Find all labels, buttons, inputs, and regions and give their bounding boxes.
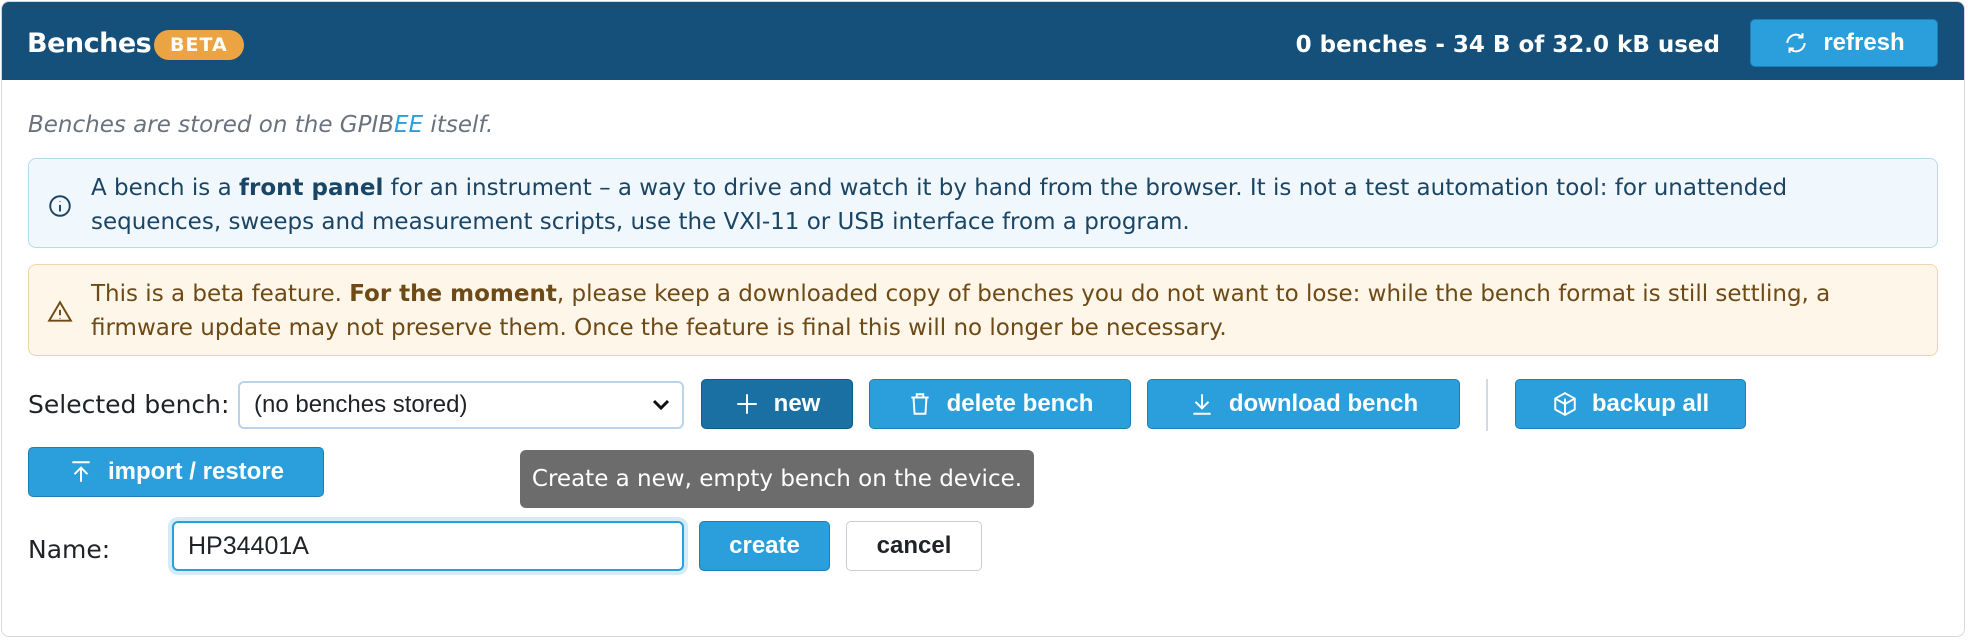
- chevron-down-icon: [652, 399, 670, 411]
- gpibee-accent: EE: [394, 112, 424, 138]
- bench-name-value: HP34401A: [188, 531, 309, 560]
- bench-select-value: (no benches stored): [254, 391, 468, 418]
- page-title: Benches: [27, 28, 152, 59]
- download-icon: [1193, 394, 1211, 415]
- benches-panel: Benches BETA 0 benches - 34 B of 32.0 kB…: [1, 1, 1965, 637]
- beta-badge: BETA: [154, 30, 244, 60]
- download-bench-button[interactable]: download bench: [1147, 379, 1460, 429]
- bench-select[interactable]: (no benches stored): [238, 381, 684, 429]
- selected-bench-label: Selected bench:: [28, 390, 230, 419]
- storage-usage: 0 benches - 34 B of 32.0 kB used: [1295, 32, 1720, 58]
- warning-alert: This is a beta feature. For the moment, …: [28, 264, 1938, 356]
- create-button[interactable]: create: [699, 521, 830, 571]
- refresh-icon: [1786, 33, 1806, 53]
- refresh-label: refresh: [1823, 29, 1905, 56]
- refresh-button[interactable]: refresh: [1750, 19, 1938, 67]
- info-icon: [49, 195, 71, 217]
- new-bench-tooltip: Create a new, empty bench on the device.: [520, 450, 1034, 508]
- storage-note: Benches are stored on the GPIBEE itself.: [28, 112, 494, 138]
- warning-icon: [47, 300, 73, 322]
- backup-all-button[interactable]: backup all: [1515, 379, 1746, 429]
- info-alert: A bench is a front panel for an instrume…: [28, 158, 1938, 248]
- name-label: Name:: [28, 535, 111, 564]
- box-icon: [1554, 392, 1576, 416]
- panel-header: Benches BETA 0 benches - 34 B of 32.0 kB…: [2, 2, 1964, 80]
- cancel-button[interactable]: cancel: [846, 521, 982, 571]
- plus-icon: [736, 394, 757, 414]
- new-bench-button[interactable]: new: [701, 379, 853, 429]
- upload-icon: [72, 461, 90, 482]
- delete-bench-button[interactable]: delete bench: [869, 379, 1131, 429]
- bench-name-input[interactable]: HP34401A: [172, 521, 684, 571]
- import-restore-button[interactable]: import / restore: [28, 447, 324, 497]
- toolbar-divider: [1486, 379, 1488, 431]
- trash-icon: [910, 393, 929, 415]
